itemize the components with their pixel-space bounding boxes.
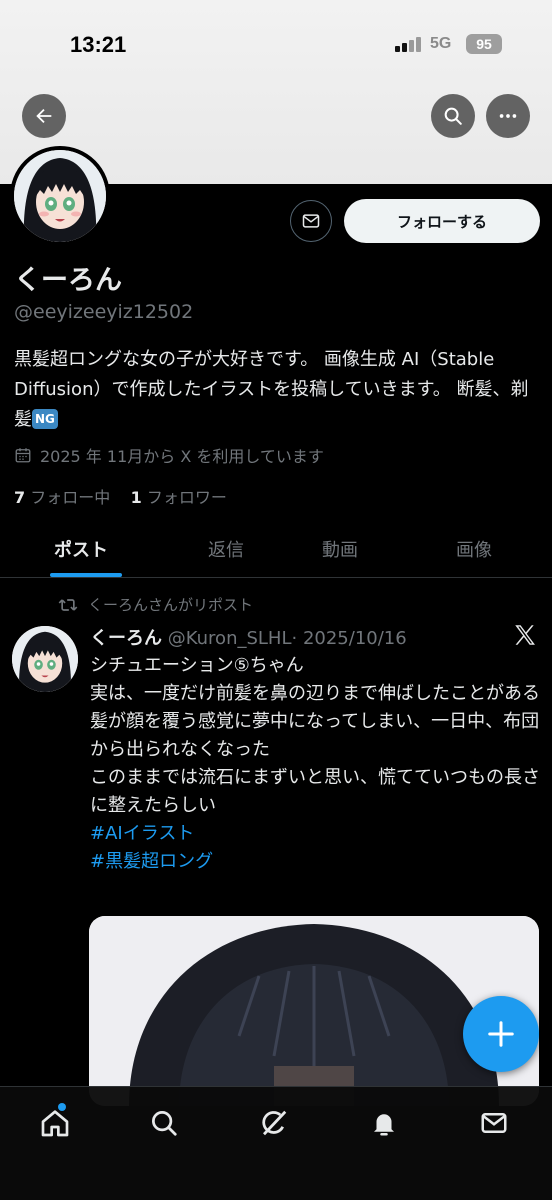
plus-icon xyxy=(488,1021,514,1047)
followers-link[interactable]: 1 フォロワー xyxy=(131,488,227,507)
profile-tabs: ポスト 返信 動画 画像 xyxy=(0,522,552,578)
calendar-icon xyxy=(15,448,31,463)
profile-name: くーろん xyxy=(14,265,122,296)
network-label: 5G xyxy=(430,35,452,52)
nav-grok[interactable] xyxy=(256,1105,292,1141)
post-body: シチュエーション⑤ちゃん 実は、一度だけ前髪を鼻の辺りまで伸ばしたことがある 髪… xyxy=(90,652,540,876)
post-line: 実は、一度だけ前髪を鼻の辺りまで伸ばしたことがある xyxy=(90,683,540,704)
hashtag-link[interactable]: #黒髪超ロング xyxy=(90,848,540,876)
tab-videos[interactable]: 動画 xyxy=(322,536,358,562)
bottom-navigation xyxy=(0,1086,552,1200)
profile-bio: 黒髪超ロングな女の子が大好きです。 画像生成 AI（Stable Diffusi… xyxy=(14,345,538,435)
post-line: 髪が顔を覆う感覚に夢中になってしまい、一日中、布団から出られなくなった xyxy=(90,711,540,760)
avatar-image xyxy=(14,150,106,242)
follow-button[interactable]: フォローする xyxy=(344,199,540,243)
repost-label: くーろんさんがリポスト xyxy=(88,596,254,614)
ng-emoji: NG xyxy=(32,409,58,429)
post-date[interactable]: · 2025/10/16 xyxy=(292,628,407,649)
nav-messages[interactable] xyxy=(476,1105,512,1141)
repost-indicator: くーろんさんがリポスト xyxy=(58,594,253,615)
grok-icon xyxy=(262,1110,287,1136)
post-author-avatar[interactable] xyxy=(12,626,78,692)
post-author-handle[interactable]: @Kuron_SLHL xyxy=(168,628,292,649)
joined-text: 2025 年 11月から X を利用しています xyxy=(40,447,324,466)
repost-icon xyxy=(58,598,78,611)
battery-icon: 95 xyxy=(466,34,502,54)
back-button[interactable] xyxy=(22,94,66,138)
profile-handle: @eeyizeeyiz12502 xyxy=(14,301,194,323)
tab-posts[interactable]: ポスト xyxy=(54,536,108,562)
post-header: くーろん @Kuron_SLHL· 2025/10/16 xyxy=(90,624,407,650)
more-icon xyxy=(499,114,517,118)
joined-date: 2025 年 11月から X を利用しています xyxy=(14,443,324,467)
avatar-image xyxy=(12,626,78,692)
nav-notifications[interactable] xyxy=(366,1105,402,1141)
signal-icon xyxy=(395,36,421,52)
home-notification-dot xyxy=(58,1103,66,1111)
post-line: このままでは流石にまずいと思い、慌てていつもの長さに整えたらしい xyxy=(90,767,540,816)
tab-replies[interactable]: 返信 xyxy=(208,536,244,562)
more-button[interactable] xyxy=(486,94,530,138)
hashtag-link[interactable]: #AIイラスト xyxy=(90,820,540,848)
home-icon xyxy=(41,1110,69,1137)
follow-stats: 7 フォロー中 1 フォロワー xyxy=(14,484,227,508)
profile-avatar[interactable] xyxy=(10,146,110,246)
mail-icon xyxy=(302,214,320,228)
search-icon xyxy=(444,107,462,125)
status-time: 13:21 xyxy=(70,32,127,57)
x-logo-icon xyxy=(515,625,535,645)
message-button[interactable] xyxy=(290,200,332,242)
active-tab-indicator xyxy=(50,573,122,577)
nav-search[interactable] xyxy=(146,1105,182,1141)
messages-icon xyxy=(481,1113,507,1133)
tab-images[interactable]: 画像 xyxy=(456,536,492,562)
following-link[interactable]: 7 フォロー中 xyxy=(14,488,110,507)
nav-home[interactable] xyxy=(37,1105,73,1141)
following-count: 7 xyxy=(14,488,26,507)
search-icon xyxy=(152,1111,177,1136)
compose-button[interactable] xyxy=(463,996,539,1072)
search-button[interactable] xyxy=(431,94,475,138)
bio-text: 黒髪超ロングな女の子が大好きです。 画像生成 AI（Stable Diffusi… xyxy=(14,349,529,430)
arrow-left-icon xyxy=(36,108,52,124)
following-label: フォロー中 xyxy=(30,488,111,507)
followers-label: フォロワー xyxy=(146,488,227,507)
post-line: シチュエーション⑤ちゃん xyxy=(90,655,304,676)
notifications-icon xyxy=(374,1114,394,1136)
post-author-name[interactable]: くーろん xyxy=(90,628,162,649)
followers-count: 1 xyxy=(130,488,142,507)
status-bar: 13:21 5G 95 xyxy=(0,30,552,62)
